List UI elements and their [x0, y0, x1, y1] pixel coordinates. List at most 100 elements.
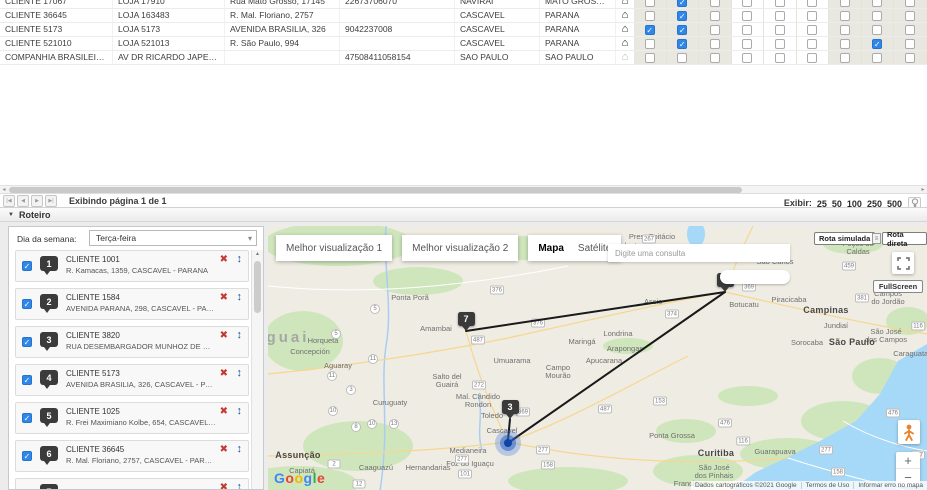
move-icon[interactable]: ↕	[237, 291, 243, 303]
tab-mapa[interactable]: Mapa	[538, 243, 564, 254]
checkbox[interactable]: ✓	[677, 38, 688, 49]
checkbox[interactable]	[742, 52, 753, 63]
remove-icon[interactable]: ✖	[220, 406, 228, 417]
home-icon[interactable]: ⌂	[616, 9, 634, 22]
checkbox[interactable]	[872, 10, 883, 21]
checkbox[interactable]	[677, 52, 688, 63]
checkbox[interactable]	[904, 0, 915, 7]
checkbox[interactable]	[742, 38, 753, 49]
route-grip-icon[interactable]: ≡	[872, 233, 881, 244]
stop-checkbox[interactable]: ✓	[22, 451, 32, 461]
move-icon[interactable]: ↕	[237, 329, 243, 341]
move-icon[interactable]: ↕	[237, 253, 243, 265]
fullscreen-button[interactable]: FullScreen	[873, 280, 923, 293]
home-icon[interactable]: ⌂	[616, 51, 634, 64]
checkbox[interactable]	[807, 10, 818, 21]
prev-page-button[interactable]: ◀	[17, 194, 29, 207]
checkbox[interactable]	[644, 38, 655, 49]
zoom-in-button[interactable]: +	[896, 452, 920, 469]
remove-icon[interactable]: ✖	[220, 292, 228, 303]
checkbox[interactable]	[839, 52, 850, 63]
move-icon[interactable]: ↕	[237, 367, 243, 379]
scroll-right-icon[interactable]: ▸	[919, 186, 927, 194]
remove-icon[interactable]: ✖	[220, 482, 228, 489]
remove-icon[interactable]: ✖	[220, 330, 228, 341]
checkbox[interactable]	[904, 52, 915, 63]
checkbox[interactable]	[742, 24, 753, 35]
first-page-button[interactable]: |◀	[3, 194, 15, 207]
rota-direta-button[interactable]: Rota direta	[882, 230, 927, 248]
move-icon[interactable]: ↕	[237, 405, 243, 417]
checkbox[interactable]	[742, 0, 753, 7]
checkbox[interactable]	[904, 38, 915, 49]
map-marker-3[interactable]: 3	[501, 400, 519, 419]
checkbox[interactable]	[872, 52, 883, 63]
roteiro-header[interactable]: ▼ Roteiro	[0, 207, 927, 222]
remove-icon[interactable]: ✖	[220, 254, 228, 265]
tab-melhor-visualizacao-1[interactable]: Melhor visualização 1	[276, 235, 393, 261]
stop-checkbox[interactable]: ✓	[22, 375, 32, 385]
checkbox[interactable]	[742, 10, 753, 21]
home-icon[interactable]: ⌂	[616, 23, 634, 36]
horizontal-scrollbar[interactable]: ◂ ▸	[0, 185, 927, 194]
last-page-button[interactable]: ▶|	[45, 194, 57, 207]
remove-icon[interactable]: ✖	[220, 444, 228, 455]
google-logo[interactable]: Google	[274, 470, 325, 486]
scrollbar-thumb[interactable]	[9, 187, 742, 193]
checkbox[interactable]: ✓	[644, 24, 655, 35]
tab-melhor-visualizacao-2[interactable]: Melhor visualização 2	[402, 235, 519, 261]
day-select[interactable]: Terça-feira ▾	[89, 230, 257, 246]
next-page-button[interactable]: ▶	[31, 194, 43, 207]
checkbox[interactable]	[644, 52, 655, 63]
scroll-left-icon[interactable]: ◂	[0, 186, 8, 194]
home-icon[interactable]: ⌂	[616, 0, 634, 8]
checkbox[interactable]	[709, 10, 720, 21]
checkbox[interactable]	[839, 24, 850, 35]
checkbox[interactable]	[644, 10, 655, 21]
stop-checkbox[interactable]: ✓	[22, 261, 32, 271]
checkbox[interactable]	[709, 0, 720, 7]
checkbox[interactable]	[774, 52, 785, 63]
checkbox[interactable]	[839, 38, 850, 49]
checkbox[interactable]: ✓	[677, 24, 688, 35]
checkbox[interactable]	[872, 0, 883, 7]
tab-satelite[interactable]: Satélite	[578, 243, 611, 254]
pegman-icon[interactable]	[898, 420, 920, 444]
checkbox[interactable]	[807, 24, 818, 35]
checkbox[interactable]	[807, 38, 818, 49]
checkbox[interactable]	[774, 10, 785, 21]
stop-checkbox[interactable]: ✓	[22, 299, 32, 309]
checkbox[interactable]	[904, 10, 915, 21]
rota-simulada-button[interactable]: Rota simulada	[814, 232, 876, 245]
map-search-input[interactable]	[608, 244, 790, 262]
terms-link[interactable]: Termos de Uso	[800, 482, 854, 489]
checkbox[interactable]	[709, 52, 720, 63]
scroll-up-icon[interactable]: ▲	[252, 250, 263, 259]
checkbox[interactable]	[807, 52, 818, 63]
stop-checkbox[interactable]: ✓	[22, 337, 32, 347]
checkbox[interactable]	[904, 24, 915, 35]
fullscreen-icon[interactable]	[892, 252, 914, 274]
list-scrollbar[interactable]: ▲	[251, 250, 263, 489]
checkbox[interactable]: ✓	[872, 38, 883, 49]
report-error-link[interactable]: Informar erro no mapa	[853, 482, 927, 489]
checkbox[interactable]: ✓	[677, 0, 688, 7]
checkbox[interactable]	[872, 24, 883, 35]
checkbox[interactable]	[709, 38, 720, 49]
stop-checkbox[interactable]: ✓	[22, 413, 32, 423]
scrollbar-thumb[interactable]	[254, 261, 261, 313]
checkbox[interactable]	[807, 0, 818, 7]
move-icon[interactable]: ↕	[237, 481, 243, 489]
checkbox[interactable]	[839, 10, 850, 21]
checkbox[interactable]	[774, 24, 785, 35]
remove-icon[interactable]: ✖	[220, 368, 228, 379]
move-icon[interactable]: ↕	[237, 443, 243, 455]
checkbox[interactable]	[774, 38, 785, 49]
checkbox[interactable]	[839, 0, 850, 7]
checkbox[interactable]	[644, 0, 655, 7]
home-icon[interactable]: ⌂	[616, 37, 634, 50]
checkbox[interactable]	[709, 24, 720, 35]
map-cluster-marker[interactable]	[495, 430, 521, 456]
map-marker-7[interactable]: 7	[457, 312, 475, 331]
checkbox[interactable]: ✓	[677, 10, 688, 21]
